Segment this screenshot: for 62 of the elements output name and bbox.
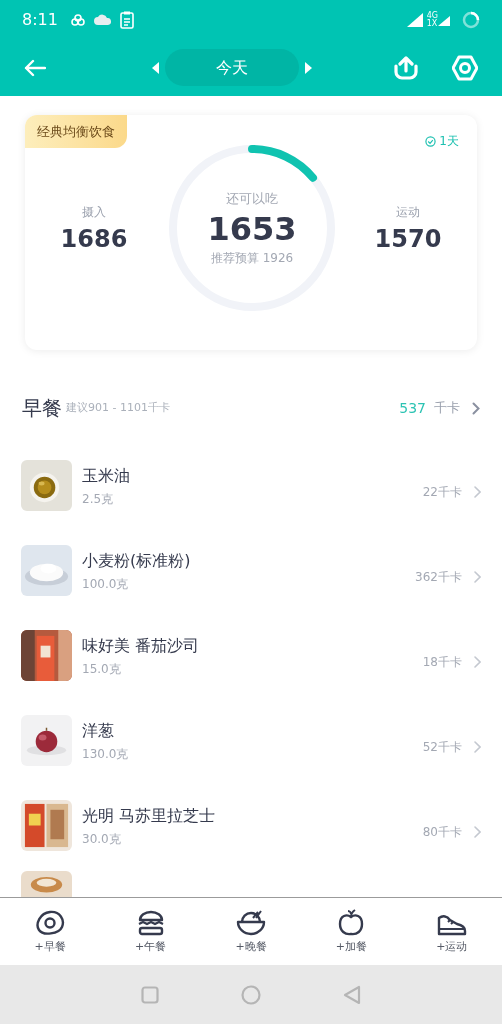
chevron-right-icon[interactable]	[474, 485, 481, 498]
food-name: 玉米油	[82, 464, 131, 487]
egg-icon	[35, 909, 66, 936]
next-day-icon[interactable]	[304, 61, 312, 74]
chevron-right-icon[interactable]	[474, 570, 481, 583]
chevron-right-icon[interactable]	[474, 825, 481, 838]
add-entry-button[interactable]: +午餐	[135, 938, 167, 956]
food-amount: 30.0克	[82, 830, 122, 848]
signal-icon	[438, 14, 450, 26]
food-name: 小麦粉(标准粉)	[82, 549, 192, 572]
clipboard-icon	[119, 11, 134, 29]
food-calories: 22千卡	[422, 483, 462, 501]
meal-suggestion: 建议901 - 1101千卡	[66, 399, 170, 416]
back-arrow-icon[interactable]	[24, 59, 46, 77]
check-circle-icon	[425, 135, 437, 147]
food-amount: 130.0克	[82, 745, 130, 763]
status-time: 8:11	[22, 9, 58, 31]
add-entry-button[interactable]: +晚餐	[235, 938, 267, 956]
sneaker-icon	[436, 913, 467, 936]
remaining-value: 1653	[207, 208, 297, 249]
add-entry-button[interactable]: +加餐	[335, 938, 368, 956]
chevron-right-icon[interactable]	[474, 655, 481, 668]
intake-value: 1686	[60, 224, 128, 255]
food-calories: 52千卡	[422, 738, 462, 756]
food-amount: 15.0克	[82, 660, 122, 678]
remaining-label: 还可以吃	[226, 190, 278, 209]
chevron-right-icon[interactable]	[472, 401, 480, 415]
food-name: 光明 马苏里拉芝士	[82, 804, 217, 827]
link-icon	[69, 14, 86, 26]
meal-total: 537	[399, 398, 426, 418]
signal-icon	[406, 13, 423, 27]
budget-label: 推荐预算 1926	[210, 249, 294, 267]
food-amount: 100.0克	[82, 575, 130, 593]
recent-apps-icon[interactable]	[141, 985, 159, 1004]
diet-tag: 经典均衡饮食	[25, 115, 127, 148]
food-amount: 2.5克	[82, 490, 115, 508]
exercise-label: 运动	[396, 204, 420, 221]
apple-icon	[338, 907, 365, 936]
meal-title: 早餐	[22, 395, 62, 422]
back-icon[interactable]	[343, 984, 361, 1005]
share-icon[interactable]	[393, 56, 419, 80]
food-calories: 80千卡	[422, 823, 462, 841]
network-label: 1X	[426, 20, 438, 28]
meal-unit: 千卡	[434, 399, 460, 418]
previous-day-icon[interactable]	[152, 61, 160, 74]
food-name: 洋葱	[82, 719, 115, 742]
rice-bowl-icon	[236, 909, 266, 936]
loading-icon	[462, 11, 480, 29]
exercise-value: 1570	[374, 224, 442, 255]
add-entry-button[interactable]: +运动	[436, 938, 468, 956]
add-entry-button[interactable]: +早餐	[34, 938, 66, 956]
streak-label: 1天	[439, 133, 459, 150]
intake-label: 摄入	[82, 204, 106, 221]
home-icon[interactable]	[241, 984, 261, 1005]
cloud-icon	[93, 14, 112, 26]
food-name: 味好美 番茄沙司	[82, 634, 201, 657]
settings-icon[interactable]	[452, 55, 478, 81]
chevron-right-icon[interactable]	[474, 740, 481, 753]
food-calories: 362千卡	[415, 568, 462, 586]
network-label: 4G	[426, 12, 438, 20]
burger-icon	[136, 909, 165, 936]
food-calories: 18千卡	[422, 653, 462, 671]
